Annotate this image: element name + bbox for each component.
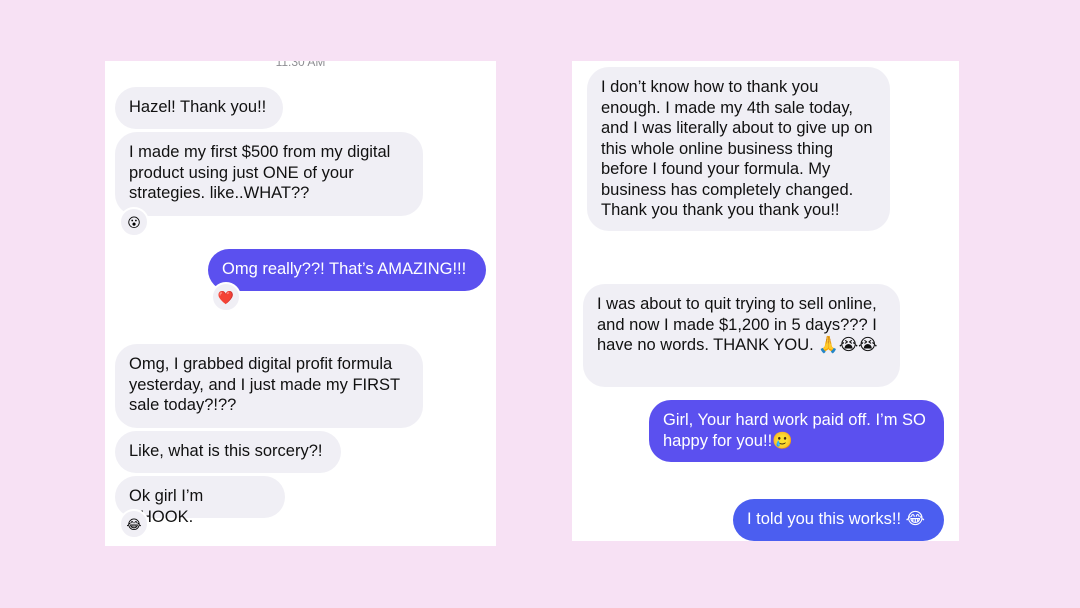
incoming-message[interactable]: Like, what is this sorcery?! (115, 431, 341, 473)
heart-reaction-icon: ❤️ (211, 282, 241, 312)
message-timestamp: 11:30 AM (275, 61, 326, 69)
outgoing-message[interactable]: I told you this works!! 😂 (733, 499, 944, 541)
outgoing-message[interactable]: Girl, Your hard work paid off. I’m SO ha… (649, 400, 944, 462)
outgoing-message[interactable]: Omg really??! That’s AMAZING!!! (208, 249, 486, 291)
reaction-emoji: ❤️ (217, 289, 235, 305)
laughing-reaction-icon: 😂 (119, 509, 149, 539)
incoming-message[interactable]: I don’t know how to thank you enough. I … (587, 67, 890, 231)
reaction-emoji: 😮 (127, 214, 141, 230)
incoming-message[interactable]: I made my first $500 from my digital pro… (115, 132, 423, 216)
reaction-emoji: 😂 (126, 516, 142, 532)
incoming-message[interactable]: Hazel! Thank you!! (115, 87, 283, 129)
incoming-message[interactable]: Omg, I grabbed digital profit formula ye… (115, 344, 423, 428)
chat-screenshot-left: 11:30 AM Hazel! Thank you!! I made my fi… (105, 61, 496, 546)
incoming-message[interactable]: I was about to quit trying to sell onlin… (583, 284, 900, 387)
surprised-reaction-icon: 😮 (119, 207, 149, 237)
chat-screenshot-right: I don’t know how to thank you enough. I … (572, 61, 959, 541)
